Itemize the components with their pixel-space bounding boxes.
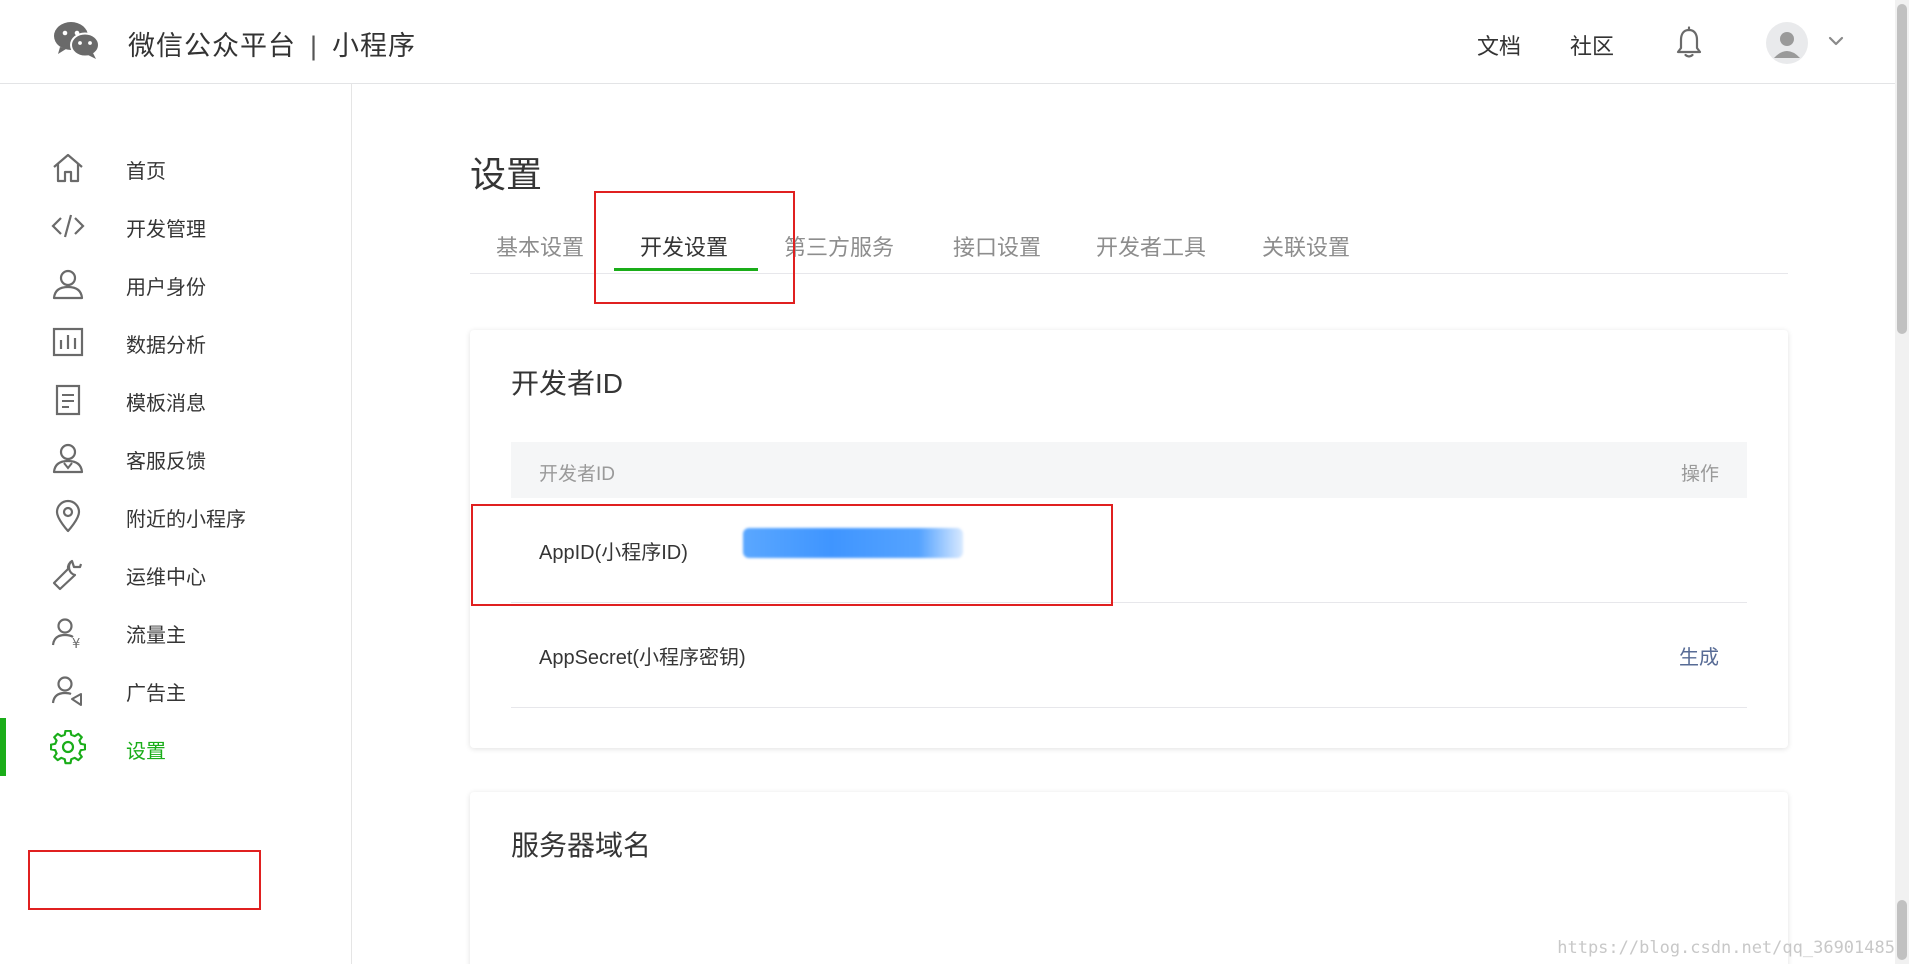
active-tab-indicator [614,268,758,271]
page-scrollbar[interactable] [1895,0,1909,964]
sidebar-item-label: 运维中心 [126,567,206,589]
avatar[interactable] [1766,22,1808,64]
location-pin-icon [55,499,81,533]
gear-icon [50,730,86,765]
tab-dev-settings[interactable]: 开发设置 [640,230,728,262]
user-silhouette-icon [1774,32,1800,58]
column-header-action: 操作 [1680,464,1719,485]
product-name: 小程序 [332,31,417,61]
sidebar-item-label: 广告主 [126,683,186,705]
chart-icon [52,327,84,357]
sidebar-item-ops-center[interactable]: 运维中心 [0,544,352,602]
sidebar-item-template-message[interactable]: 模板消息 [0,370,352,428]
scrollbar-thumb[interactable] [1897,4,1907,334]
tab-third-party-services[interactable]: 第三方服务 [784,230,894,262]
sidebar-item-advertiser[interactable]: 广告主 [0,660,352,718]
support-user-icon [52,443,84,474]
table-row-appid: AppID(小程序ID) [511,498,1747,603]
sidebar: 首页 开发管理 用户身份 数据分析 模板消息 客服反馈 附近的小程序 运维中心 … [0,84,352,964]
scrollbar-thumb-lower[interactable] [1897,900,1907,960]
wechat-logo-icon[interactable] [52,20,102,60]
brand-separator: | [310,31,319,61]
watermark: https://blog.csdn.net/qq_36901485 [1557,938,1895,958]
user-megaphone-icon [51,676,82,706]
developer-id-card: 开发者ID 开发者ID 操作 AppID(小程序ID) AppSecret(小程… [470,330,1788,748]
sidebar-item-user-identity[interactable]: 用户身份 [0,254,352,312]
user-icon [52,269,84,300]
card-title: 开发者ID [511,368,624,399]
column-header-developer-id: 开发者ID [539,464,616,485]
active-indicator [0,718,6,776]
sidebar-item-home[interactable]: 首页 [0,138,352,196]
sidebar-item-settings[interactable]: 设置 [0,718,352,776]
brand-name: 微信公众平台 [128,31,296,61]
sidebar-item-label: 附近的小程序 [126,509,246,531]
tab-api-settings[interactable]: 接口设置 [953,230,1041,262]
tab-linked-settings[interactable]: 关联设置 [1262,230,1350,262]
wrench-icon [52,559,83,591]
sidebar-item-label: 开发管理 [126,219,206,241]
home-icon [53,153,83,183]
user-yen-icon: ¥ [51,618,80,650]
brand-title[interactable]: 微信公众平台 | 小程序 [128,24,416,63]
sidebar-item-nearby-miniprogram[interactable]: 附近的小程序 [0,486,352,544]
top-header: 微信公众平台 | 小程序 文档 社区 [0,0,1909,84]
code-icon [51,214,85,238]
generate-secret-link[interactable]: 生成 [1679,641,1719,670]
appsecret-label: AppSecret(小程序密钥) [539,647,746,669]
sidebar-item-data-analysis[interactable]: 数据分析 [0,312,352,370]
bell-icon[interactable] [1673,26,1705,60]
tab-developer-tools[interactable]: 开发者工具 [1096,230,1206,262]
document-icon [55,384,81,416]
sidebar-item-label: 模板消息 [126,393,206,415]
settings-tabs: 基本设置 开发设置 第三方服务 接口设置 开发者工具 关联设置 [470,222,1788,274]
sidebar-item-label: 数据分析 [126,335,206,357]
card-title: 服务器域名 [511,830,652,861]
sidebar-item-label: 设置 [126,741,166,763]
sidebar-item-label: 流量主 [126,625,186,647]
sidebar-item-label: 首页 [126,161,166,183]
docs-link[interactable]: 文档 [1477,29,1521,61]
appid-label: AppID(小程序ID) [539,542,688,564]
community-link[interactable]: 社区 [1570,29,1614,61]
sidebar-item-traffic-owner[interactable]: ¥ 流量主 [0,602,352,660]
chevron-down-icon[interactable] [1825,30,1847,52]
sidebar-item-label: 用户身份 [126,277,206,299]
table-row-appsecret: AppSecret(小程序密钥) 生成 [511,603,1747,708]
sidebar-item-label: 客服反馈 [126,451,206,473]
sidebar-item-customer-feedback[interactable]: 客服反馈 [0,428,352,486]
sidebar-item-dev-management[interactable]: 开发管理 [0,196,352,254]
tab-basic-settings[interactable]: 基本设置 [496,230,584,262]
table-header: 开发者ID 操作 [511,442,1747,498]
svg-text:¥: ¥ [72,637,80,650]
page-title: 设置 [470,154,543,195]
appid-value-masked[interactable] [743,528,963,558]
